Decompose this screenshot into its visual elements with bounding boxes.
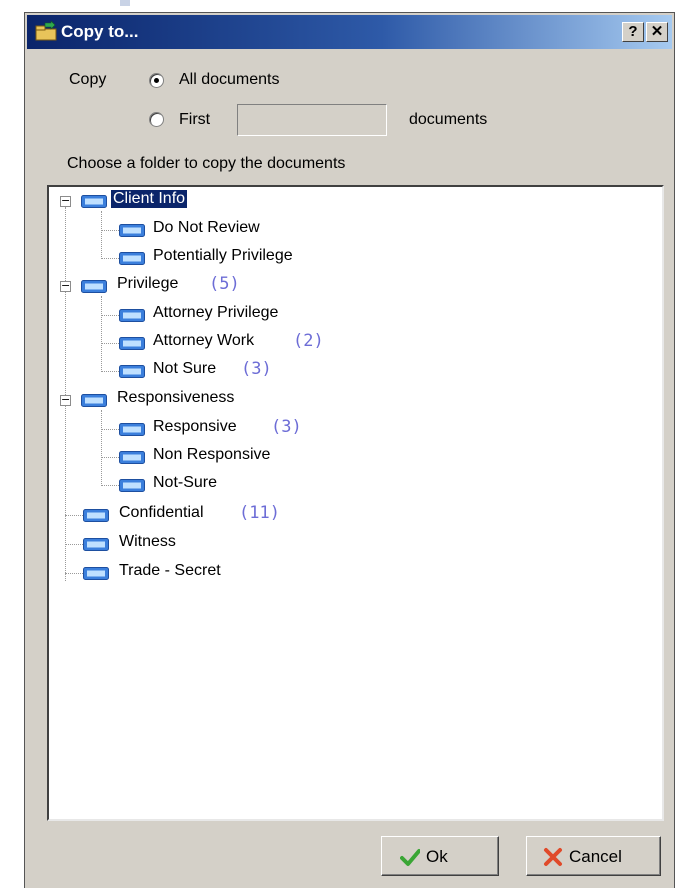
tree-node-attorney-work[interactable]: Attorney Work (153, 332, 254, 350)
background-window-fragment (120, 0, 130, 6)
document-count: (2) (293, 331, 324, 351)
collapse-toggle-responsiveness[interactable]: − (60, 394, 71, 406)
copy-label: Copy (69, 71, 107, 88)
tree-line (101, 457, 121, 458)
tree-line (65, 515, 83, 516)
tree-line (101, 485, 121, 486)
tree-line (65, 573, 83, 574)
document-count: (5) (209, 274, 240, 294)
document-count: (3) (241, 359, 272, 379)
tree-node-attorney-privilege[interactable]: Attorney Privilege (153, 304, 278, 322)
folder-icon (119, 309, 145, 322)
folder-icon (83, 509, 109, 522)
folder-tree[interactable]: − − − Client Info Do Not Review Potentia… (47, 185, 664, 821)
tree-node-confidential[interactable]: Confidential (119, 504, 204, 522)
tree-line (101, 258, 121, 259)
tree-node-not-sure-responsiveness[interactable]: Not-Sure (153, 474, 217, 492)
collapse-toggle-client-info[interactable]: − (60, 195, 71, 207)
tree-node-witness[interactable]: Witness (119, 533, 176, 551)
checkmark-icon (400, 849, 420, 866)
copy-folder-icon (35, 21, 57, 41)
folder-icon (119, 252, 145, 265)
folder-icon (119, 224, 145, 237)
tree-line (101, 410, 102, 484)
folder-icon (119, 423, 145, 436)
folder-prompt: Choose a folder to copy the documents (67, 155, 346, 172)
collapse-toggle-privilege[interactable]: − (60, 280, 71, 292)
tree-node-non-responsive[interactable]: Non Responsive (153, 446, 270, 464)
tree-node-trade-secret[interactable]: Trade - Secret (119, 562, 221, 580)
first-documents-radio[interactable] (149, 112, 164, 127)
tree-line (101, 230, 121, 231)
first-count-input[interactable] (237, 104, 387, 136)
tree-node-do-not-review[interactable]: Do Not Review (153, 219, 260, 237)
tree-line (65, 544, 83, 545)
help-button[interactable]: ? (622, 22, 644, 42)
cancel-x-icon (544, 848, 562, 866)
dialog-title: Copy to... (61, 22, 139, 41)
folder-icon (83, 567, 109, 580)
tree-line (101, 429, 121, 430)
document-count: (3) (271, 417, 302, 437)
tree-node-responsive[interactable]: Responsive (153, 418, 237, 436)
title-bar[interactable]: Copy to... ? ✕ (27, 15, 672, 49)
tree-line (101, 371, 121, 372)
cancel-button[interactable]: Cancel (526, 836, 661, 876)
close-button[interactable]: ✕ (646, 22, 668, 42)
folder-icon (81, 195, 107, 208)
cancel-button-label: Cancel (569, 847, 622, 866)
first-label: First (179, 111, 211, 128)
tree-node-responsiveness[interactable]: Responsiveness (117, 389, 234, 407)
folder-icon (83, 538, 109, 551)
tree-node-not-sure[interactable]: Not Sure (153, 360, 216, 378)
all-documents-radio[interactable] (149, 73, 164, 88)
folder-icon (119, 337, 145, 350)
documents-suffix-label: documents (409, 111, 488, 128)
tree-node-privilege[interactable]: Privilege (117, 275, 178, 293)
tree-node-client-info[interactable]: Client Info (111, 190, 188, 208)
all-documents-label: All documents (179, 71, 280, 88)
folder-icon (119, 479, 145, 492)
ok-button[interactable]: Ok (381, 836, 499, 876)
ok-button-label: Ok (426, 847, 448, 866)
copy-to-dialog: Copy to... ? ✕ Copy All documents First … (24, 12, 675, 888)
tree-line (101, 296, 102, 370)
folder-icon (81, 280, 107, 293)
folder-icon (81, 394, 107, 407)
tree-line (101, 315, 121, 316)
folder-icon (119, 365, 145, 378)
tree-line (101, 343, 121, 344)
document-count: (11) (239, 503, 280, 523)
tree-node-potentially-privilege[interactable]: Potentially Privilege (153, 247, 293, 265)
folder-icon (119, 451, 145, 464)
tree-line (101, 211, 102, 257)
